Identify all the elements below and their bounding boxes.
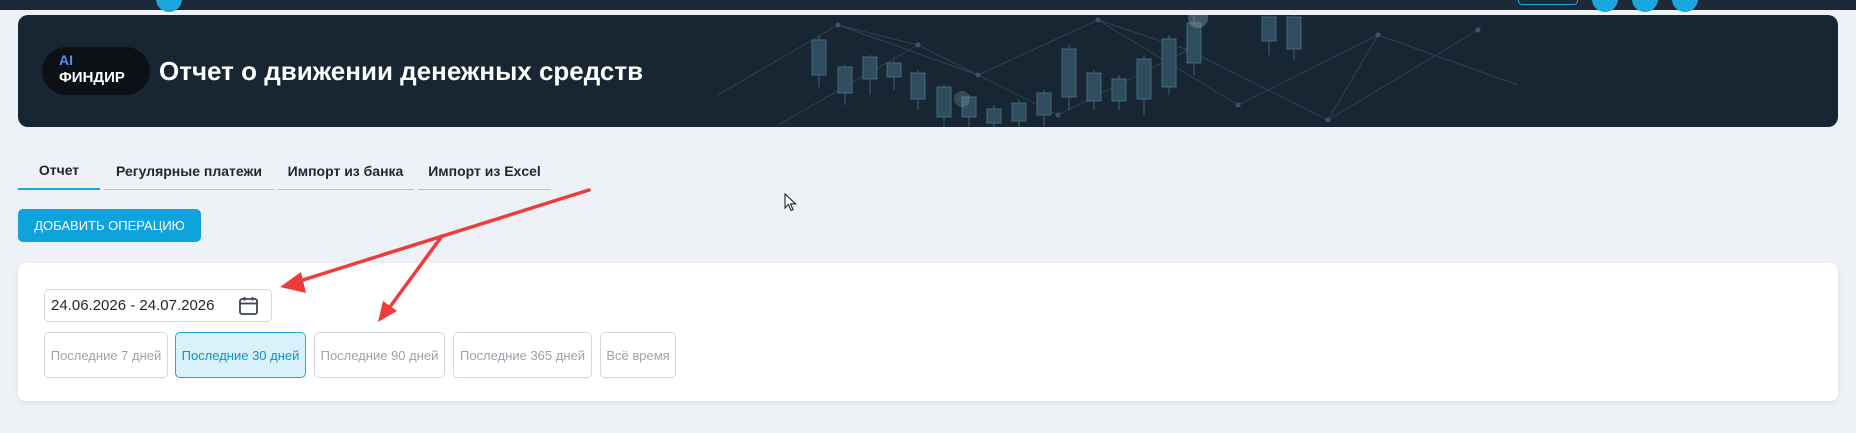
- period-7-days-button[interactable]: Последние 7 дней: [44, 332, 168, 378]
- mouse-cursor-icon: [784, 193, 797, 212]
- logo-brand-text: ФИНДИР: [59, 69, 125, 86]
- findir-logo[interactable]: AI ФИНДИР: [42, 47, 150, 95]
- header-banner: AI ФИНДИР Отчет о движении денежных сред…: [18, 15, 1838, 127]
- candlestick-decoration: [718, 15, 1519, 127]
- tab-regular-payments[interactable]: Регулярные платежи: [104, 152, 274, 190]
- calendar-icon[interactable]: [238, 296, 259, 316]
- nav-button[interactable]: [1672, 0, 1698, 12]
- top-navigation-bar: [0, 0, 1856, 12]
- period-30-days-button[interactable]: Последние 30 дней: [175, 332, 306, 378]
- tab-excel-import[interactable]: Импорт из Excel: [418, 152, 551, 190]
- page-title: Отчет о движении денежных средств: [159, 56, 644, 86]
- date-range-value: 24.06.2026 - 24.07.2026: [51, 297, 215, 314]
- filter-card: 24.06.2026 - 24.07.2026 Последние 7 дней…: [18, 263, 1838, 401]
- period-90-days-button[interactable]: Последние 90 дней: [314, 332, 445, 378]
- tab-bank-import[interactable]: Импорт из банка: [277, 152, 414, 190]
- nav-button[interactable]: [156, 0, 182, 12]
- nav-outline-button[interactable]: [1518, 0, 1578, 5]
- nav-button[interactable]: [1592, 0, 1618, 12]
- nav-button[interactable]: [1632, 0, 1658, 12]
- period-all-time-button[interactable]: Всё время: [600, 332, 676, 378]
- tab-report[interactable]: Отчет: [18, 152, 100, 190]
- period-365-days-button[interactable]: Последние 365 дней: [453, 332, 592, 378]
- add-operation-button[interactable]: ДОБАВИТЬ ОПЕРАЦИЮ: [18, 209, 201, 242]
- date-range-input[interactable]: 24.06.2026 - 24.07.2026: [44, 289, 272, 322]
- logo-ai-text: AI: [59, 52, 73, 68]
